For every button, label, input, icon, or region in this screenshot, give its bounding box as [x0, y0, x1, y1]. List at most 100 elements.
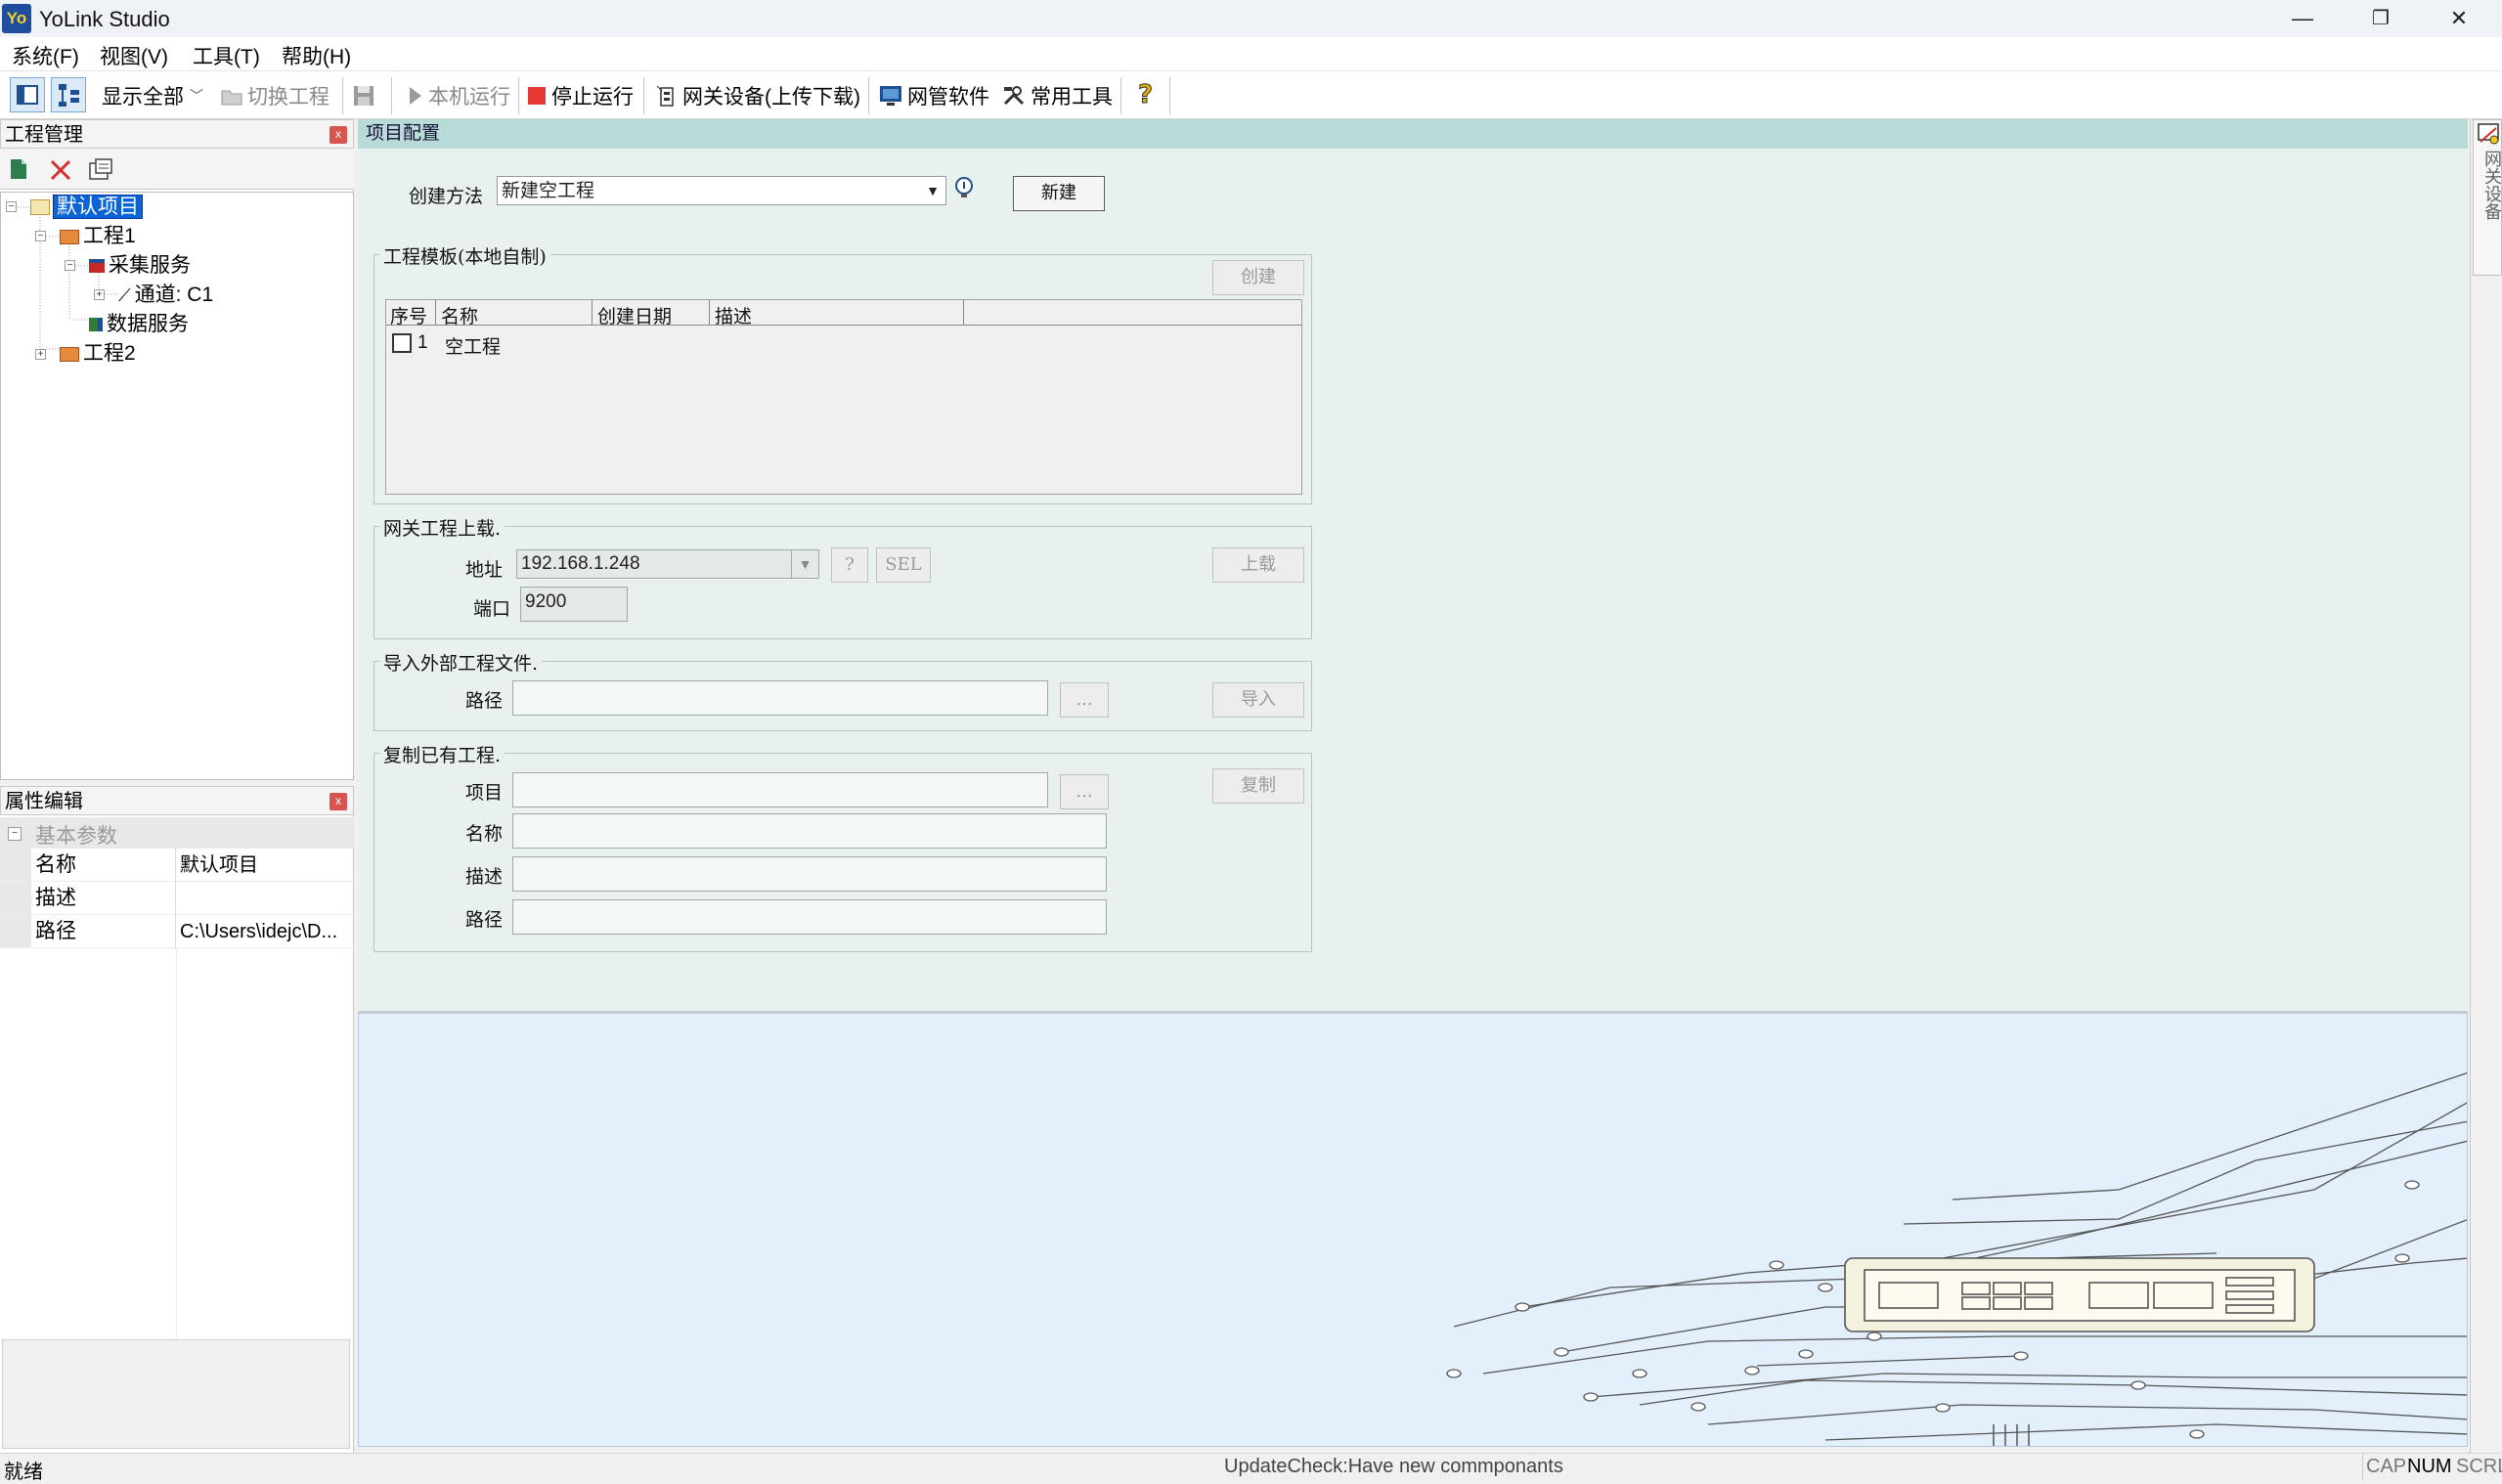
project-panel-close-icon[interactable]: x: [329, 126, 347, 144]
chevron-down-icon: ﹀: [190, 88, 203, 104]
copy-browse-button[interactable]: ...: [1060, 774, 1109, 809]
tree-node-label: 默认项目: [53, 195, 143, 219]
address-combo[interactable]: 192.168.1.248 ▼: [516, 549, 819, 579]
status-cap: CAP: [2366, 1456, 2407, 1477]
tree-expander[interactable]: −: [65, 260, 75, 271]
column-header-name[interactable]: 名称: [441, 302, 478, 328]
channel-link-icon: ⟋: [118, 285, 131, 305]
project-tree: − 默认项目 − 工程1 − 采集服务 + ⟋ 通道: C1 数据服务 + 工程2: [0, 192, 354, 780]
menu-system[interactable]: 系统(F): [12, 41, 79, 70]
tree-node-root[interactable]: 默认项目: [30, 193, 143, 222]
property-panel-close-icon[interactable]: x: [329, 793, 347, 810]
status-num: NUM: [2407, 1456, 2452, 1477]
common-tools-button[interactable]: 常用工具: [1001, 78, 1113, 113]
copy-button[interactable]: 复制: [1212, 768, 1304, 804]
tree-node-project2[interactable]: 工程2: [60, 339, 136, 369]
new-button[interactable]: 新建: [1013, 176, 1105, 211]
toolbar-separator: [868, 77, 869, 114]
net-software-button[interactable]: 网管软件: [878, 78, 989, 113]
gateway-icon: [656, 85, 674, 107]
tree-view-button[interactable]: [51, 77, 86, 112]
stop-icon: [528, 87, 546, 105]
create-method-select[interactable]: 新建空工程 ▼: [497, 176, 946, 205]
tab-project-config[interactable]: 项目配置: [358, 119, 2468, 149]
property-panel: 属性编辑 x − 基本参数 名称 默认项目 描述 路径 C:\Users\ide…: [0, 786, 354, 1453]
property-value[interactable]: 默认项目: [180, 849, 350, 882]
switch-project-button[interactable]: 切换工程: [220, 78, 329, 113]
delete-icon[interactable]: [49, 158, 72, 182]
info-bulb-icon[interactable]: [954, 176, 976, 201]
run-local-button[interactable]: 本机运行: [407, 78, 510, 113]
gateway-device-button[interactable]: 网关设备(上传下载): [655, 78, 860, 113]
tree-expander[interactable]: +: [94, 289, 105, 300]
row-checkbox[interactable]: [392, 333, 412, 353]
import-path-field[interactable]: [512, 680, 1048, 716]
tree-node-channel[interactable]: ⟋ 通道: C1: [118, 281, 213, 310]
tree-node-collect-service[interactable]: 采集服务: [89, 251, 191, 281]
side-tab-gateway-device[interactable]: 网关设备: [2473, 119, 2502, 276]
column-header-desc[interactable]: 描述: [715, 302, 752, 328]
menu-tools[interactable]: 工具(T): [193, 41, 260, 70]
address-help-button[interactable]: ?: [831, 547, 868, 583]
copy-project-field[interactable]: [512, 772, 1048, 807]
copy-desc-field[interactable]: [512, 856, 1107, 892]
show-all-button[interactable]: 显示全部 ﹀: [102, 78, 203, 113]
import-button[interactable]: 导入: [1212, 682, 1304, 718]
play-icon: [410, 87, 421, 105]
create-method-value: 新建空工程: [502, 180, 595, 201]
project-panel-toolbar: [0, 149, 354, 190]
dropdown-arrow-icon[interactable]: ▼: [791, 550, 818, 578]
circuit-banner: [358, 1013, 2468, 1447]
copy-path-field[interactable]: [512, 899, 1107, 935]
tree-expander[interactable]: −: [6, 201, 17, 212]
copy-group-title: 复制已有工程.: [379, 741, 505, 767]
sel-button[interactable]: SEL: [876, 547, 931, 583]
project-panel-header: 工程管理 x: [0, 119, 354, 149]
menu-view[interactable]: 视图(V): [100, 41, 168, 70]
column-divider: [435, 300, 436, 326]
import-browse-button[interactable]: ...: [1060, 682, 1109, 718]
toolbar-separator: [342, 77, 343, 114]
tree-expander[interactable]: −: [35, 231, 46, 241]
folder-switch-icon: [221, 90, 242, 106]
property-value[interactable]: [180, 882, 350, 915]
stop-run-button[interactable]: 停止运行: [528, 78, 634, 113]
create-method-label: 创建方法: [409, 186, 484, 207]
tree-node-project1[interactable]: 工程1: [60, 222, 136, 251]
layout-view-button[interactable]: [10, 77, 45, 112]
property-row-desc[interactable]: 描述: [0, 882, 354, 915]
collapse-icon[interactable]: −: [8, 827, 22, 841]
column-header-date[interactable]: 创建日期: [597, 302, 672, 328]
status-bar: 就绪 UpdateCheck:Have new commponants CAP …: [0, 1453, 2502, 1483]
row-index: 1: [417, 332, 428, 353]
create-button[interactable]: 创建: [1212, 260, 1304, 295]
property-value[interactable]: C:\Users\idejc\D...: [180, 915, 350, 948]
property-category[interactable]: − 基本参数: [0, 817, 354, 849]
new-file-icon[interactable]: [8, 157, 29, 181]
column-header-index[interactable]: 序号: [390, 302, 427, 328]
status-update-check: UpdateCheck:Have new commponants: [1224, 1456, 1563, 1477]
template-table: 序号 名称 创建日期 描述 1 空工程: [385, 299, 1302, 495]
svg-text:?: ?: [1138, 80, 1153, 109]
close-button[interactable]: ✕: [2420, 0, 2498, 37]
run-local-label: 本机运行: [428, 86, 510, 109]
property-row-name[interactable]: 名称 默认项目: [0, 849, 354, 882]
restore-button[interactable]: ❐: [2342, 0, 2420, 37]
property-row-path[interactable]: 路径 C:\Users\idejc\D...: [0, 915, 354, 948]
folder-icon: [30, 199, 50, 216]
menu-help[interactable]: 帮助(H): [282, 41, 351, 70]
port-field[interactable]: 9200: [520, 587, 628, 622]
toolbar: 显示全部 ﹀ 切换工程 本机运行 停止运行 网关设备(上传下载) 网管软件 常用…: [0, 70, 2502, 119]
upload-button[interactable]: 上载: [1212, 547, 1304, 583]
status-scrl: SCRL: [2456, 1456, 2502, 1477]
minimize-button[interactable]: —: [2263, 0, 2342, 37]
copy-name-field[interactable]: [512, 813, 1107, 849]
toolbar-separator: [391, 77, 392, 114]
table-row[interactable]: 1 空工程: [386, 329, 1301, 358]
tree-expander[interactable]: +: [35, 349, 46, 360]
tree-node-data-service[interactable]: 数据服务: [89, 310, 189, 339]
help-button[interactable]: ? ?: [1132, 79, 1160, 110]
app-logo: Yo: [2, 4, 31, 33]
save-button[interactable]: [352, 84, 375, 108]
properties-icon[interactable]: [88, 157, 113, 181]
